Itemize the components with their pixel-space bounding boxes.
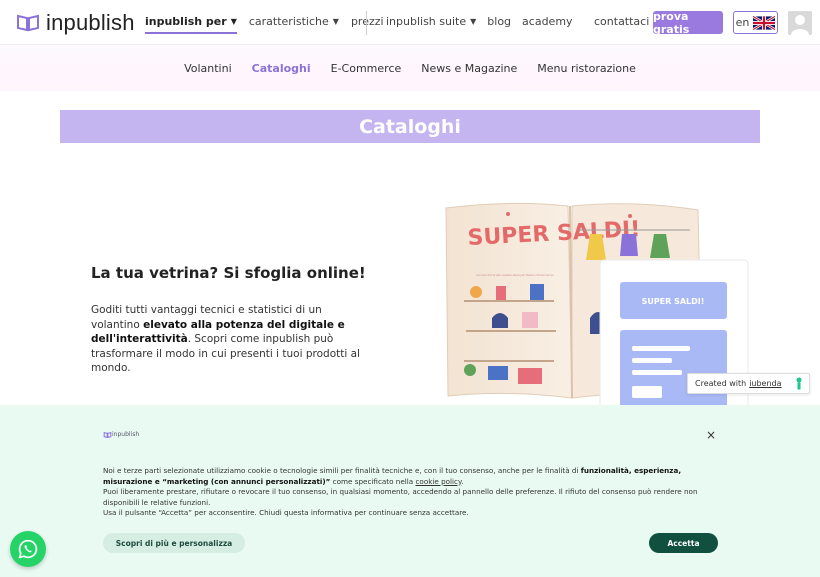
cookie-text-c: . xyxy=(461,476,464,486)
hero-title: La tua vetrina? Si sfoglia online! xyxy=(91,264,366,282)
nav-label: prezzi xyxy=(350,15,384,28)
nav-label: blog xyxy=(487,15,512,28)
subnav-news-magazine[interactable]: News e Magazine xyxy=(421,62,517,75)
subnav-menu-ristorazione[interactable]: Menu ristorazione xyxy=(537,62,636,75)
caret-down-icon: ▼ xyxy=(332,17,339,26)
cookie-paragraph-3: Usa il pulsante “Accetta” per acconsenti… xyxy=(103,508,469,517)
nav-contattaci[interactable]: contattaci xyxy=(594,15,649,28)
iubenda-badge[interactable]: Created with iubenda xyxy=(687,373,810,394)
cookie-text-a: Noi e terze parti selezionate utilizziam… xyxy=(103,466,581,475)
page-title: Cataloghi xyxy=(359,115,461,138)
nav-blog[interactable]: blog xyxy=(487,15,511,28)
cookie-logo-text: inpublish xyxy=(112,431,140,438)
secondary-nav: inpublish suite ▼ blog academy xyxy=(386,15,584,28)
cookie-notice-text: Noi e terze parti selezionate utilizziam… xyxy=(103,466,723,519)
card-sale-label: SUPER SALDI! xyxy=(642,297,705,306)
close-icon[interactable]: × xyxy=(706,428,716,442)
user-avatar-icon[interactable] xyxy=(788,11,812,35)
nav-label: academy xyxy=(522,15,573,28)
customize-cookies-button[interactable]: Scopri di più e personalizza xyxy=(103,533,245,553)
subnav-e-commerce[interactable]: E-Commerce xyxy=(331,62,402,75)
nav-label: caratteristiche xyxy=(248,15,329,28)
subnav-cataloghi[interactable]: Cataloghi xyxy=(252,62,311,75)
catalog-page-subtitle: Lorem ipsum dolor sit amet, consectetur … xyxy=(476,273,554,277)
subnav-volantini[interactable]: Volantini xyxy=(184,62,232,75)
book-logo-icon xyxy=(17,14,39,32)
iubenda-link[interactable]: iubenda xyxy=(749,379,781,388)
language-switcher[interactable]: en xyxy=(733,11,778,34)
category-subnav: Volantini Cataloghi E-Commerce News e Ma… xyxy=(0,46,820,91)
whatsapp-button[interactable] xyxy=(10,531,46,567)
language-code: en xyxy=(735,16,750,29)
uk-flag-icon xyxy=(753,15,776,30)
cookie-logo: inpublish xyxy=(103,431,139,438)
caret-down-icon: ▼ xyxy=(230,17,237,26)
person-icon xyxy=(788,11,812,35)
logo[interactable]: inpublish xyxy=(16,10,135,36)
nav-caratteristiche[interactable]: caratteristiche ▼ xyxy=(249,15,339,28)
iubenda-icon xyxy=(796,377,802,390)
top-navigation: inpublish inpublish per ▼ caratteristich… xyxy=(0,0,820,45)
page-title-banner: Cataloghi xyxy=(60,110,760,143)
prova-gratis-button[interactable]: prova gratis xyxy=(653,10,723,36)
cookie-paragraph-2: Puoi liberamente prestare, rifiutare o r… xyxy=(103,487,698,507)
iubenda-prefix: Created with xyxy=(695,379,747,388)
accept-cookies-button[interactable]: Accetta xyxy=(649,533,718,553)
logo-text: inpublish xyxy=(46,10,135,35)
caret-down-icon: ▼ xyxy=(470,17,477,26)
cookie-paragraph: Noi e terze parti selezionate utilizziam… xyxy=(103,466,723,487)
main-nav: inpublish per ▼ caratteristiche ▼ prezzi xyxy=(145,15,396,34)
cookie-text-b: come specificato nella xyxy=(330,476,416,486)
nav-inpublish-suite[interactable]: inpublish suite ▼ xyxy=(386,15,476,28)
nav-divider xyxy=(366,11,367,35)
nav-label: inpublish per xyxy=(145,15,227,28)
nav-inpublish-per[interactable]: inpublish per ▼ xyxy=(145,15,237,34)
nav-prezzi[interactable]: prezzi xyxy=(351,15,384,28)
nav-academy[interactable]: academy xyxy=(522,15,573,28)
book-logo-icon xyxy=(103,431,112,438)
whatsapp-icon xyxy=(18,539,38,559)
nav-label: inpublish suite xyxy=(386,15,467,28)
hero-description: Goditi tutti vantaggi tecnici e statisti… xyxy=(91,303,361,376)
cookie-policy-link[interactable]: cookie policy xyxy=(415,477,461,486)
